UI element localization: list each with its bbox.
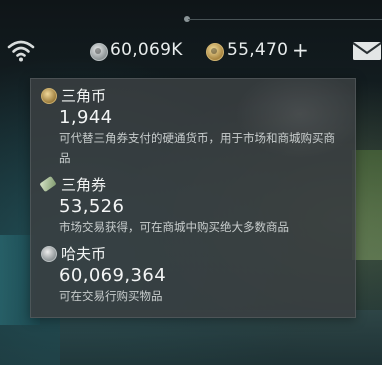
currency-name: 三角币 xyxy=(61,87,107,105)
tooltip-section-triangle-ticket: 三角券 53,526 市场交易获得，可在商城中购买绝大多数商品 xyxy=(39,174,349,237)
triangle-coin-icon xyxy=(206,43,224,61)
currency-description: 可在交易行购买物品 xyxy=(59,289,163,303)
currency-description: 可代替三角券支付的硬通货币，用于市场和商城购买商品 xyxy=(59,131,335,165)
background-decoration xyxy=(60,310,382,365)
section-header: 哈夫币 xyxy=(39,243,349,263)
haf-coin-icon xyxy=(90,43,108,61)
tooltip-section-haf-coin: 哈夫币 60,069,364 可在交易行购买物品 xyxy=(39,243,349,306)
section-header: 三角券 xyxy=(39,174,349,194)
silver-coin-icon xyxy=(41,246,57,262)
mail-icon[interactable] xyxy=(352,41,382,61)
add-currency-button[interactable]: + xyxy=(292,38,309,62)
currency-amount: 53,526 xyxy=(59,196,125,217)
currency-name: 哈夫币 xyxy=(61,245,107,263)
triangle-coin-balance[interactable]: 55,470 xyxy=(227,40,288,60)
currency-name: 三角券 xyxy=(61,176,107,194)
currency-tooltip: 三角币 1,944 可代替三角券支付的硬通货币，用于市场和商城购买商品 三角券 … xyxy=(30,78,356,318)
section-header: 三角币 xyxy=(39,85,349,105)
wifi-icon[interactable] xyxy=(6,38,36,64)
currency-amount: 60,069,364 xyxy=(59,265,167,286)
background-decoration xyxy=(352,150,382,260)
haf-coin-balance[interactable]: 60,069K xyxy=(110,40,183,60)
tooltip-section-triangle-coin: 三角币 1,944 可代替三角券支付的硬通货币，用于市场和商城购买商品 xyxy=(39,85,349,168)
currency-description: 市场交易获得，可在商城中购买绝大多数商品 xyxy=(59,220,289,234)
top-divider xyxy=(188,19,382,20)
ticket-icon xyxy=(39,175,57,193)
currency-bar: 60,069K 55,470 + xyxy=(0,38,382,68)
gold-coin-icon xyxy=(41,88,57,104)
currency-amount: 1,944 xyxy=(59,107,113,128)
